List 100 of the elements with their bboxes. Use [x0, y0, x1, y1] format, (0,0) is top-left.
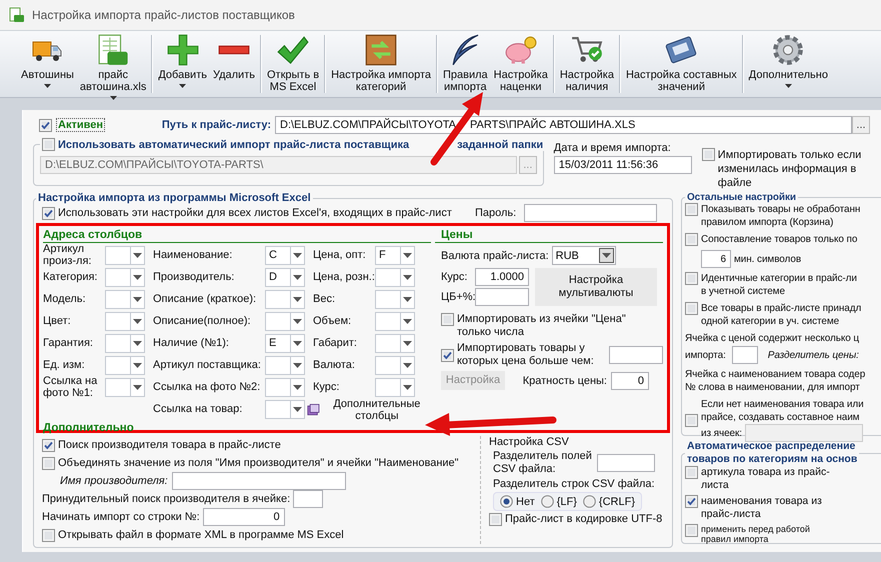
checkbox[interactable]	[489, 513, 502, 526]
extra-columns-button[interactable]: Дополнительные столбцы	[322, 398, 431, 422]
checkbox[interactable]	[685, 466, 698, 479]
dropdown-arrow-icon	[403, 340, 412, 346]
radio-button[interactable]	[500, 495, 513, 508]
password-field[interactable]	[524, 204, 657, 222]
checkbox[interactable]	[42, 138, 55, 151]
cart-icon	[570, 36, 603, 64]
dropdown-arrow-icon	[293, 384, 302, 390]
toolbar-button[interactable]: Дополнительно	[746, 31, 831, 97]
dropdown-arrow-icon	[133, 362, 142, 368]
combo-box[interactable]	[375, 334, 415, 352]
checkbox[interactable]	[685, 233, 698, 246]
date-field[interactable]: 15/03/2011 11:56:36	[554, 156, 692, 174]
folder-field[interactable]: D:\ELBUZ.COM\ПРАЙСЫ\TOYOTA-PARTS\	[40, 156, 517, 174]
browse-button[interactable]: ...	[852, 116, 870, 134]
checkbox-label: Импортировать из ячейки "Цена" только числа	[457, 313, 627, 339]
dropdown-arrow-icon	[293, 318, 302, 324]
field-label: Описание(полное):	[153, 315, 252, 327]
combo-box[interactable]	[105, 246, 145, 264]
maker-name-field[interactable]	[172, 472, 346, 490]
multicurrency-button[interactable]: Настройка мультивалюты	[535, 268, 657, 306]
dropdown-arrow-icon	[133, 252, 142, 258]
percent-field[interactable]	[475, 288, 529, 306]
field-label: мин. символов	[734, 254, 802, 264]
radio-button[interactable]	[582, 495, 596, 508]
checkbox[interactable]	[685, 272, 698, 285]
field-label: Цвет:	[43, 315, 72, 327]
combo-box[interactable]	[265, 378, 305, 396]
field-label: Путь к прайс-листу:	[160, 119, 272, 131]
checkbox[interactable]	[685, 524, 698, 537]
combo-box[interactable]: C	[265, 246, 305, 264]
combo-box[interactable]: D	[265, 268, 305, 286]
toolbar-button[interactable]: Настройка наличия	[556, 31, 617, 97]
radio-button[interactable]	[540, 495, 554, 508]
checkbox[interactable]	[685, 414, 698, 426]
field-label: Валюта:	[313, 359, 356, 371]
toolbar-button[interactable]: Настройка составных значений	[622, 31, 740, 97]
combo-box[interactable]	[105, 356, 145, 374]
field-label: Вес:	[313, 293, 336, 305]
group-title: заданной папки	[457, 138, 544, 150]
combo-box[interactable]	[105, 290, 145, 308]
toolbar-button[interactable]: Добавить	[155, 31, 210, 97]
checkbox[interactable]	[441, 313, 454, 326]
setting-text: Ячейка с ценой содержит несколько ц	[685, 332, 860, 345]
combo-box[interactable]	[265, 356, 305, 374]
dropdown-arrow-icon	[602, 253, 611, 258]
checkbox-label: Прайс-лист в кодировке UTF-8	[505, 513, 662, 525]
dropdown-arrow-icon	[293, 274, 302, 280]
combo-box[interactable]	[375, 378, 415, 396]
dropdown-arrow-icon	[403, 296, 412, 302]
toolbar-button[interactable]: Удалить	[210, 31, 258, 97]
combo-box[interactable]	[375, 268, 415, 286]
field-label: Наименование:	[153, 249, 234, 261]
plus-icon	[166, 34, 199, 66]
combo-box[interactable]	[105, 312, 145, 330]
separator-field[interactable]	[597, 454, 655, 472]
checkbox[interactable]	[685, 302, 698, 315]
combo-box[interactable]	[105, 268, 145, 286]
multiple-field[interactable]: 0	[611, 372, 649, 390]
combo-box[interactable]	[105, 378, 145, 396]
checkbox[interactable]	[702, 148, 715, 161]
feather-icon	[452, 34, 479, 66]
combo-box[interactable]	[375, 356, 415, 374]
checkbox[interactable]	[42, 438, 55, 452]
checkbox[interactable]	[42, 528, 55, 542]
number-field[interactable]: 6	[701, 250, 731, 268]
field-label: Гарантия:	[43, 337, 94, 349]
rate-field[interactable]: 1.0000	[475, 268, 529, 286]
combo-box[interactable]	[105, 334, 145, 352]
toolbar-button[interactable]: прайс автошина.xls	[76, 31, 150, 97]
checkbox[interactable]	[39, 118, 52, 132]
currency-select[interactable]: RUB	[552, 246, 616, 265]
cells-field[interactable]	[744, 424, 863, 442]
checkbox[interactable]	[685, 495, 698, 508]
gear-icon	[772, 34, 804, 66]
cell-field[interactable]	[293, 490, 324, 508]
combo-box[interactable]: E	[265, 334, 305, 352]
toolbar-button[interactable]: Правила импорта	[440, 31, 491, 97]
combo-box[interactable]: F	[375, 246, 415, 264]
start-row-field[interactable]: 0	[202, 508, 285, 526]
toolbar-button[interactable]: Настройка импорта категорий	[328, 31, 434, 97]
checkbox[interactable]	[685, 203, 698, 216]
toolbar-button[interactable]: Открыть в MS Excel	[264, 31, 322, 97]
cell-field[interactable]	[732, 346, 758, 364]
dropdown-arrow-icon	[403, 318, 412, 324]
toolbar-button[interactable]: Настройка наценки	[490, 31, 551, 97]
checkbox[interactable]	[42, 206, 55, 220]
price-field[interactable]	[608, 346, 663, 364]
combo-box[interactable]	[375, 290, 415, 308]
field-label: Модель:	[43, 293, 87, 305]
checkbox[interactable]	[42, 456, 55, 470]
combo-box[interactable]	[265, 290, 305, 308]
path-field[interactable]: D:\ELBUZ.COM\ПРАЙСЫ\TOYOTA PARTS\ПРАЙС АВТОШИНА.XLS	[275, 116, 852, 134]
combo-box[interactable]	[375, 312, 415, 330]
toolbar-button[interactable]: Автошины	[18, 31, 77, 97]
checkbox[interactable]	[441, 348, 454, 362]
combo-box[interactable]	[265, 400, 305, 418]
field-label: Разделитель строк CSV файла:	[492, 478, 656, 490]
combo-box[interactable]	[265, 312, 305, 330]
